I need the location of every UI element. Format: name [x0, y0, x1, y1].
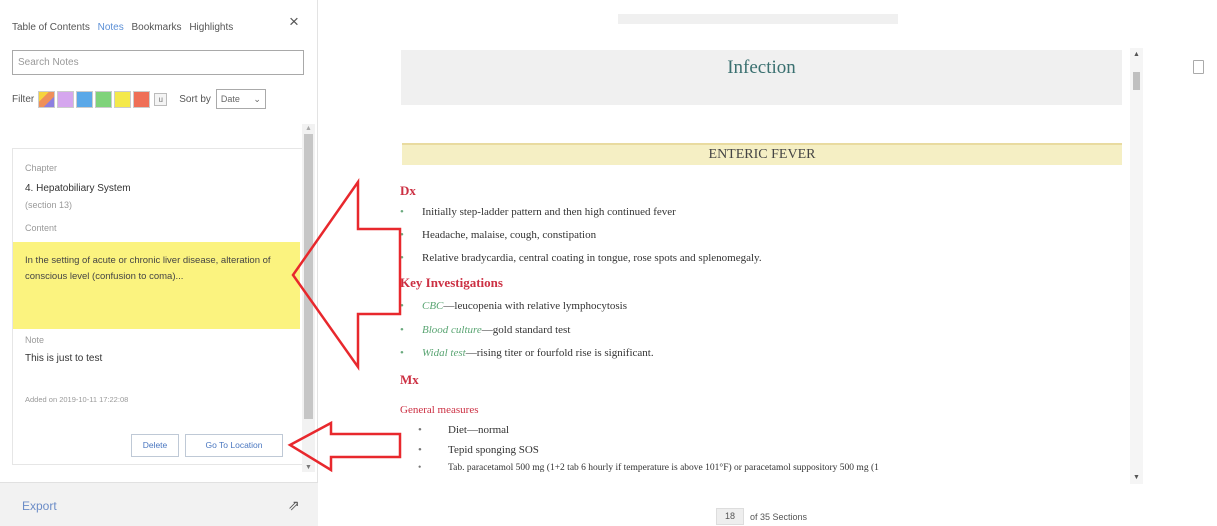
list-item: • Blood culture—gold standard test: [400, 324, 571, 336]
list-item: • Headache, malaise, cough, constipation: [400, 229, 597, 241]
document-title-bar: [618, 14, 898, 24]
note-label: Note: [25, 335, 45, 345]
filter-underline-icon[interactable]: u: [154, 92, 168, 106]
filter-swatch-yellow[interactable]: [114, 90, 132, 108]
chapter-label: Chapter: [25, 163, 58, 173]
chevron-down-icon: ⌄: [253, 94, 261, 104]
list-item: • Tab. paracetamol 500 mg (1+2 tab 6 hour…: [418, 463, 879, 473]
tab-table-of-contents[interactable]: Table of Contents: [12, 22, 90, 33]
filter-label: Filter: [12, 93, 35, 105]
sort-by-label: Sort by: [179, 93, 211, 105]
filter-swatch-blue[interactable]: [76, 90, 94, 108]
search-notes-input[interactable]: [12, 50, 304, 75]
delete-button[interactable]: Delete: [131, 434, 179, 457]
section-value: (section 13): [25, 200, 73, 210]
content-label: Content: [25, 223, 57, 233]
page-navigation: 18 of 35 Sections: [716, 508, 807, 525]
filter-swatch-purple[interactable]: [57, 90, 75, 108]
export-row[interactable]: Export ⇗: [0, 482, 318, 526]
list-item: • CBC—leucopenia with relative lymphocyto…: [400, 300, 628, 312]
export-label[interactable]: Export: [22, 499, 57, 513]
scroll-down-icon[interactable]: ▼: [305, 464, 312, 471]
list-item: • Relative bradycardia, central coating i…: [400, 252, 762, 264]
sort-select[interactable]: Date ⌄: [215, 89, 266, 109]
dx-heading: Dx: [400, 183, 416, 198]
panel-scrollbar[interactable]: ▲ ▼: [302, 124, 315, 472]
added-on-timestamp: Added on 2019-10-11 17:22:08: [25, 395, 129, 404]
go-to-location-button[interactable]: Go To Location: [185, 434, 283, 457]
page-header: Infection: [401, 50, 1122, 105]
reader-scroll-thumb[interactable]: [1133, 72, 1140, 90]
filter-swatch-all[interactable]: [38, 90, 56, 108]
list-item: • Initially step-ladder pattern and then …: [400, 206, 676, 218]
mx-heading: Mx: [400, 372, 419, 387]
pin-icon[interactable]: ⇗: [288, 497, 300, 514]
scroll-up-icon[interactable]: ▲: [1133, 51, 1140, 58]
page-title: Infection: [727, 57, 796, 78]
section-title: ENTERIC FEVER: [708, 147, 816, 162]
general-measures-heading: General measures: [400, 404, 479, 416]
notes-panel: Table of Contents Notes Bookmarks Highli…: [0, 0, 318, 526]
bookmark-icon[interactable]: [1193, 60, 1204, 74]
panel-scroll-thumb[interactable]: [304, 134, 313, 419]
tab-highlights[interactable]: Highlights: [189, 22, 233, 33]
tab-notes[interactable]: Notes: [98, 22, 124, 33]
filter-swatch-green[interactable]: [95, 90, 113, 108]
tab-bookmarks[interactable]: Bookmarks: [132, 22, 182, 33]
highlighted-content: In the setting of acute or chronic liver…: [13, 242, 300, 329]
list-item: • Diet—normal: [418, 424, 510, 436]
note-text: This is just to test: [25, 353, 103, 364]
page-total: of 35 Sections: [750, 511, 808, 522]
scroll-down-icon[interactable]: ▼: [1133, 474, 1140, 481]
chapter-value: 4. Hepatobiliary System: [25, 183, 131, 194]
scroll-up-icon[interactable]: ▲: [305, 125, 312, 132]
reader-scrollbar[interactable]: ▲ ▼: [1130, 48, 1143, 484]
filter-row: Filter u Sort by Date ⌄: [12, 88, 266, 110]
close-icon[interactable]: ×: [289, 13, 299, 30]
note-card[interactable]: Chapter 4. Hepatobiliary System (section…: [12, 148, 302, 465]
key-investigations-heading: Key Investigations: [400, 275, 503, 290]
reader-area: Infection ENTERIC FEVER Dx • Initially st…: [318, 0, 1217, 526]
list-item: • Widal test—rising titer or fourfold ris…: [400, 347, 654, 359]
panel-tabs: Table of Contents Notes Bookmarks Highli…: [12, 22, 238, 33]
section-band: ENTERIC FEVER: [402, 143, 1122, 165]
filter-swatch-red[interactable]: [133, 90, 151, 108]
list-item: • Tepid sponging SOS: [418, 444, 539, 456]
page-number-input[interactable]: 18: [716, 508, 744, 525]
sort-value: Date: [220, 94, 240, 104]
